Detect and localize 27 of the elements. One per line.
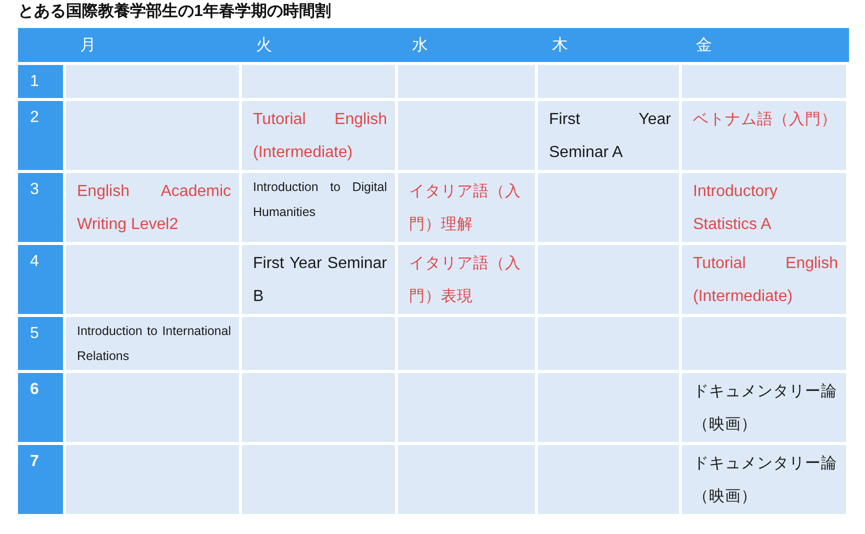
table-cell: First Year Seminar A — [538, 101, 682, 173]
row-header: 5 — [18, 317, 66, 373]
row-header: 2 — [18, 101, 66, 173]
table-cell: ベトナム語（入門） — [682, 101, 849, 173]
table-cell: First Year Seminar B — [242, 245, 398, 317]
table-cell: Tutorial English (Intermediate) — [682, 245, 849, 317]
column-header: 水 — [398, 28, 538, 65]
row-header: 1 — [18, 65, 66, 101]
table-cell: ドキュメンタリー論（映画） — [682, 373, 849, 445]
row-header: 3 — [18, 173, 66, 245]
table-cell: ドキュメンタリー論（映画） — [682, 445, 849, 517]
table-cell: Tutorial English (Intermediate) — [242, 101, 398, 173]
header-corner — [18, 28, 66, 65]
table-cell: イタリア語（入門）表現 — [398, 245, 538, 317]
table-cell: イタリア語（入門）理解 — [398, 173, 538, 245]
column-header: 金 — [682, 28, 849, 65]
row-header: 7 — [18, 445, 66, 517]
table-cell: Introductory Statistics A — [682, 173, 849, 245]
row-header: 6 — [18, 373, 66, 445]
table-cell: Introduction to International Relations — [66, 317, 242, 373]
table-cell: English Academic Writing Level2 — [66, 173, 242, 245]
row-header: 4 — [18, 245, 66, 317]
page-title: とある国際教養学部生の1年春学期の時間割 — [18, 2, 332, 22]
column-header: 木 — [538, 28, 682, 65]
column-header: 火 — [242, 28, 398, 65]
column-header: 月 — [66, 28, 242, 65]
table-cell: Introduction to Digital Humanities — [242, 173, 398, 245]
